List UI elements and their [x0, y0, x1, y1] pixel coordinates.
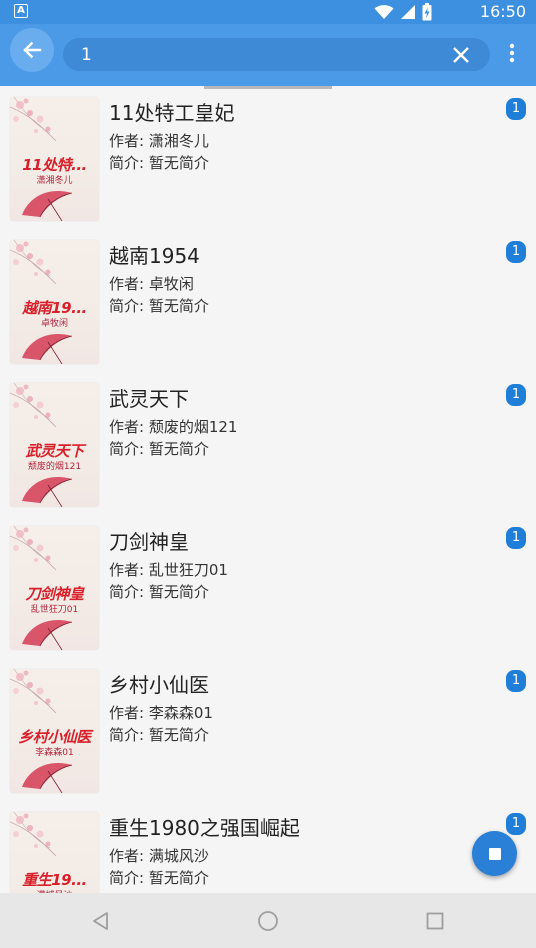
book-author: 作者: 潇湘冬儿	[109, 132, 209, 150]
book-author: 作者: 乱世狂刀01	[109, 561, 228, 579]
book-title: 重生1980之强国崛起	[109, 816, 300, 840]
book-list[interactable]: 11处特... 潇湘冬儿 11处特工皇妃 作者: 潇湘冬儿 简介: 暂无简介 1…	[0, 89, 536, 893]
book-list-item[interactable]: 越南19... 卓牧闲 越南1954 作者: 卓牧闲 简介: 暂无简介 1	[0, 232, 536, 375]
cover-author-text: 李森森01	[35, 748, 74, 758]
book-cover-image: 武灵天下 颓废的烟121	[10, 383, 99, 507]
nav-back-button[interactable]	[88, 908, 114, 934]
book-cover-image: 11处特... 潇湘冬儿	[10, 97, 99, 221]
book-title: 11处特工皇妃	[109, 101, 235, 125]
cover-title-text: 武灵天下	[25, 442, 84, 460]
back-button[interactable]	[10, 28, 54, 72]
nav-home-button[interactable]	[255, 908, 281, 934]
book-intro: 简介: 暂无简介	[109, 869, 209, 887]
wifi-icon	[374, 5, 394, 19]
cover-author-text: 乱世狂刀01	[30, 605, 79, 615]
nav-recents-icon	[426, 912, 444, 930]
book-list-item[interactable]: 乡村小仙医 李森森01 乡村小仙医 作者: 李森森01 简介: 暂无简介 1	[0, 661, 536, 804]
book-cover-image: 刀剑神皇 乱世狂刀01	[10, 526, 99, 650]
source-count-badge: 1	[506, 813, 526, 835]
book-title: 刀剑神皇	[109, 530, 189, 554]
book-cover-image: 乡村小仙医 李森森01	[10, 669, 99, 793]
cell-signal-icon	[401, 5, 415, 19]
more-vertical-icon	[509, 43, 515, 63]
status-bar: A 16:50	[0, 0, 536, 24]
source-count-badge: 1	[506, 384, 526, 406]
clear-search-button[interactable]	[450, 44, 472, 66]
stop-icon	[488, 847, 501, 860]
book-title: 武灵天下	[109, 387, 189, 411]
cover-title-text: 重生19...	[22, 871, 87, 889]
nav-home-icon	[258, 911, 278, 931]
book-title: 越南1954	[109, 244, 200, 268]
nav-back-icon	[93, 912, 108, 930]
source-count-badge: 1	[506, 527, 526, 549]
book-author: 作者: 李森森01	[109, 704, 213, 722]
source-count-badge: 1	[506, 98, 526, 120]
book-intro: 简介: 暂无简介	[109, 154, 209, 172]
book-intro: 简介: 暂无简介	[109, 583, 209, 601]
close-icon	[453, 47, 469, 63]
nav-recents-button[interactable]	[422, 908, 448, 934]
more-options-button[interactable]	[500, 40, 524, 66]
book-author: 作者: 满城风沙	[109, 847, 209, 865]
arrow-left-icon	[23, 41, 42, 59]
cover-author-text: 潇湘冬儿	[36, 176, 73, 186]
book-list-item[interactable]: 11处特... 潇湘冬儿 11处特工皇妃 作者: 潇湘冬儿 简介: 暂无简介 1	[0, 89, 536, 232]
book-list-item[interactable]: 武灵天下 颓废的烟121 武灵天下 作者: 颓废的烟121 简介: 暂无简介 1	[0, 375, 536, 518]
cover-title-text: 乡村小仙医	[18, 728, 91, 746]
battery-charging-icon	[422, 3, 432, 21]
toolbar	[0, 24, 536, 86]
screen: A 16:50 11处特	[0, 0, 536, 948]
book-intro: 简介: 暂无简介	[109, 297, 209, 315]
cover-title-text: 11处特...	[22, 156, 87, 174]
book-title: 乡村小仙医	[109, 673, 209, 697]
system-icons	[374, 3, 432, 21]
book-cover-image: 越南19... 卓牧闲	[10, 240, 99, 364]
search-box	[63, 38, 490, 71]
source-count-badge: 1	[506, 670, 526, 692]
book-intro: 简介: 暂无简介	[109, 726, 209, 744]
cover-author-text: 卓牧闲	[40, 319, 68, 329]
source-count-badge: 1	[506, 241, 526, 263]
app-notification-icon: A	[14, 4, 28, 18]
cover-title-text: 刀剑神皇	[25, 585, 84, 603]
book-cover-image: 重生19... 满城风沙	[10, 812, 99, 893]
navigation-bar	[0, 893, 536, 948]
cover-title-text: 越南19...	[22, 299, 87, 317]
book-author: 作者: 卓牧闲	[109, 275, 194, 293]
book-author: 作者: 颓废的烟121	[109, 418, 238, 436]
book-list-item[interactable]: 刀剑神皇 乱世狂刀01 刀剑神皇 作者: 乱世狂刀01 简介: 暂无简介 1	[0, 518, 536, 661]
stop-search-button[interactable]	[472, 831, 517, 876]
search-input[interactable]	[81, 38, 441, 71]
status-time: 16:50	[479, 2, 526, 21]
book-list-item[interactable]: 重生19... 满城风沙 重生1980之强国崛起 作者: 满城风沙 简介: 暂无…	[0, 804, 536, 893]
cover-author-text: 颓废的烟121	[27, 462, 82, 472]
book-intro: 简介: 暂无简介	[109, 440, 209, 458]
